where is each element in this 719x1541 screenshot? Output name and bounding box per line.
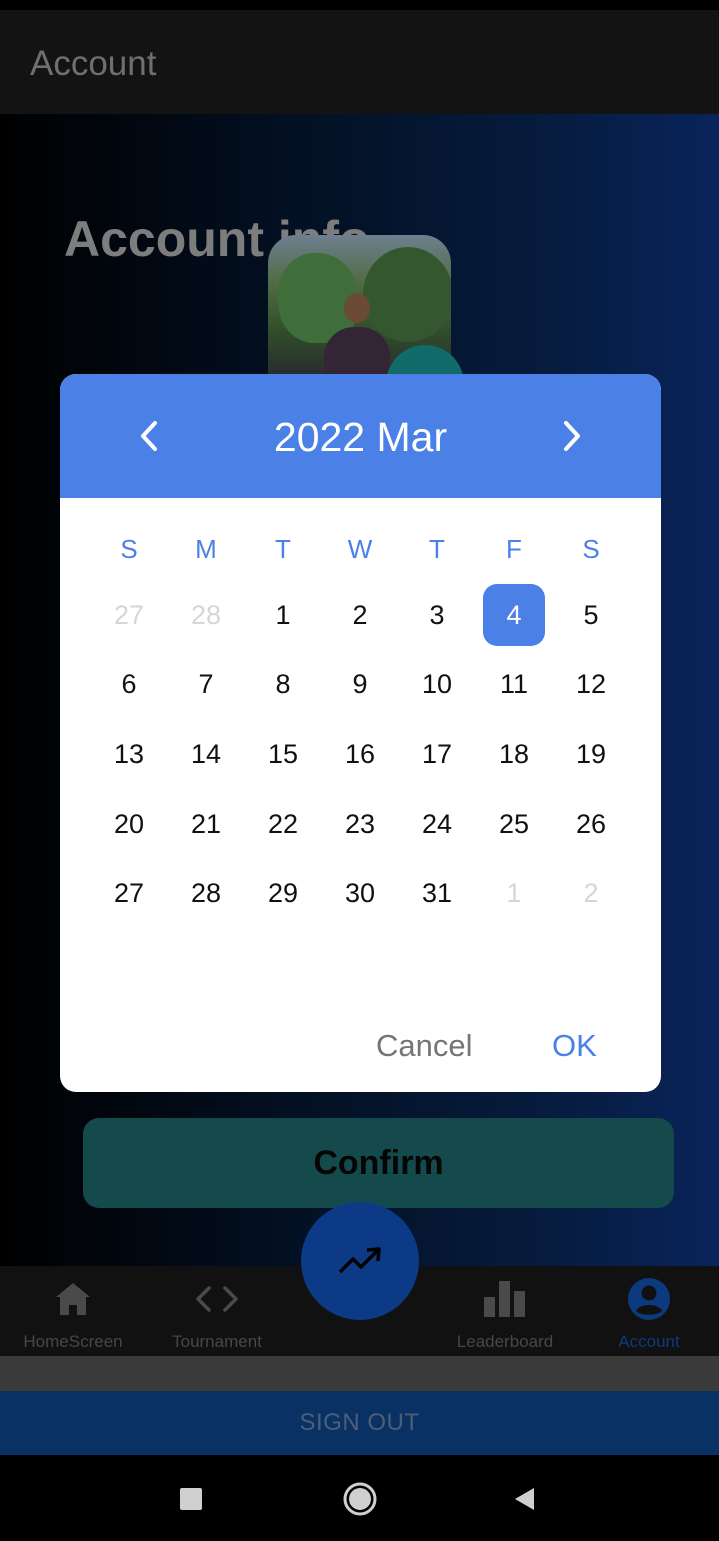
day-cell[interactable]: 11	[483, 653, 545, 715]
day-cell[interactable]: 7	[175, 653, 237, 715]
day-cell[interactable]: 12	[560, 653, 622, 715]
day-cell[interactable]: 17	[406, 723, 468, 785]
weekday-label: F	[506, 534, 522, 564]
day-cell[interactable]: 30	[329, 862, 391, 924]
day-cell[interactable]: 14	[175, 723, 237, 785]
day-cell[interactable]: 3	[406, 584, 468, 646]
day-cell[interactable]: 15	[252, 723, 314, 785]
weekday-label: T	[275, 534, 291, 564]
day-cell[interactable]: 23	[329, 793, 391, 855]
day-cell[interactable]: 2	[560, 862, 622, 924]
day-cell[interactable]: 21	[175, 793, 237, 855]
day-cell[interactable]: 13	[98, 723, 160, 785]
weekday-label: M	[195, 534, 217, 564]
day-cell[interactable]: 26	[560, 793, 622, 855]
day-cell[interactable]: 2	[329, 584, 391, 646]
day-cell[interactable]: 27	[98, 584, 160, 646]
weekday-label: S	[582, 534, 600, 564]
day-cell[interactable]: 28	[175, 862, 237, 924]
day-cell[interactable]: 29	[252, 862, 314, 924]
day-cell[interactable]: 5	[560, 584, 622, 646]
day-cell[interactable]: 10	[406, 653, 468, 715]
day-cell[interactable]: 19	[560, 723, 622, 785]
weekday-label: S	[120, 534, 138, 564]
date-picker-dialog: 2022 Mar SMTWTFS 27 28 1 2 3 4 5 6 7 8 9 10 11 12 13 14…	[60, 374, 661, 1092]
ok-button[interactable]: OK	[552, 1028, 597, 1064]
chevron-right-icon	[564, 421, 580, 451]
day-cell[interactable]: 27	[98, 862, 160, 924]
day-cell[interactable]: 31	[406, 862, 468, 924]
day-cell[interactable]: 9	[329, 653, 391, 715]
day-cell[interactable]: 8	[252, 653, 314, 715]
day-cell[interactable]: 1	[252, 584, 314, 646]
day-cell[interactable]: 16	[329, 723, 391, 785]
day-cell[interactable]: 28	[175, 584, 237, 646]
day-cell[interactable]: 18	[483, 723, 545, 785]
day-cell[interactable]: 25	[483, 793, 545, 855]
cancel-button[interactable]: Cancel	[376, 1028, 473, 1064]
next-month-button[interactable]	[550, 414, 594, 458]
selected-day-cell[interactable]: 4	[483, 584, 545, 646]
date-picker-header: 2022 Mar	[60, 374, 661, 498]
day-cell[interactable]: 20	[98, 793, 160, 855]
day-cell[interactable]: 24	[406, 793, 468, 855]
day-cell[interactable]: 1	[483, 862, 545, 924]
weekday-label: T	[429, 534, 445, 564]
weekday-label: W	[347, 534, 373, 564]
day-cell[interactable]: 6	[98, 653, 160, 715]
day-cell[interactable]: 22	[252, 793, 314, 855]
